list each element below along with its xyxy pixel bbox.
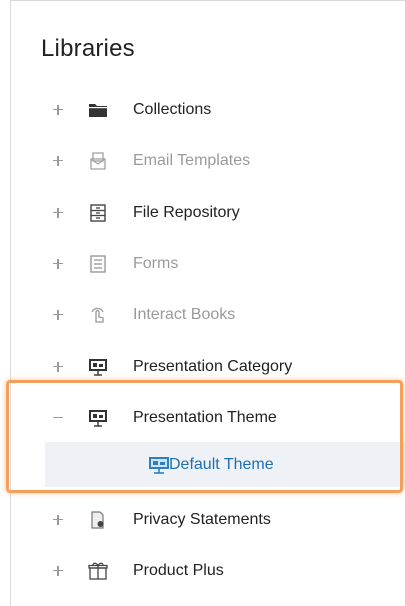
tree-item-label: Privacy Statements — [133, 511, 271, 528]
tree-item-file-repository[interactable]: File Repository — [21, 193, 405, 233]
tree-item-label: Email Templates — [133, 152, 251, 169]
tree-item-interact-books[interactable]: Interact Books — [21, 295, 405, 335]
tree-item-privacy-statements[interactable]: Privacy Statements — [21, 500, 405, 540]
expand-icon[interactable] — [51, 154, 65, 168]
tree-item-collections[interactable]: Collections — [21, 90, 405, 130]
expand-icon[interactable] — [51, 103, 65, 117]
libraries-panel: Libraries Collections Email Templates Fi… — [10, 0, 405, 606]
tree-item-product-plus[interactable]: Product Plus — [21, 551, 405, 591]
tree-item-label: Product Plus — [133, 562, 224, 579]
tree-item-default-theme[interactable]: Default Theme — [45, 442, 405, 487]
tree-item-label: Forms — [133, 255, 179, 272]
panel-title: Libraries — [41, 35, 135, 62]
tree-item-forms[interactable]: Forms — [21, 244, 405, 284]
tree-item-email-templates[interactable]: Email Templates — [21, 141, 405, 181]
product-box-icon — [87, 561, 109, 581]
expand-icon[interactable] — [51, 513, 65, 527]
tree-item-label: Interact Books — [133, 306, 236, 323]
tree-item-label: Default Theme — [169, 455, 274, 473]
tree-item-label: Collections — [133, 101, 212, 118]
tree-item-presentation-theme[interactable]: Presentation Theme — [21, 398, 405, 438]
expand-icon[interactable] — [51, 360, 65, 374]
expand-icon[interactable] — [51, 564, 65, 578]
presentation-icon — [87, 408, 109, 428]
expand-icon[interactable] — [51, 257, 65, 271]
interact-book-icon — [87, 305, 109, 325]
privacy-document-icon — [87, 510, 109, 530]
tree-item-presentation-category[interactable]: Presentation Category — [21, 347, 405, 387]
folder-icon — [87, 100, 109, 120]
expand-icon[interactable] — [51, 308, 65, 322]
file-cabinet-icon — [87, 203, 109, 223]
tree-item-label: Presentation Category — [133, 358, 293, 375]
expand-icon[interactable] — [51, 206, 65, 220]
form-icon — [87, 254, 109, 274]
tree-item-label: File Repository — [133, 204, 240, 221]
email-template-icon — [87, 151, 109, 171]
presentation-icon — [87, 357, 109, 377]
presentation-icon — [148, 455, 170, 475]
collapse-icon[interactable] — [51, 411, 65, 425]
tree-item-label: Presentation Theme — [133, 409, 277, 426]
